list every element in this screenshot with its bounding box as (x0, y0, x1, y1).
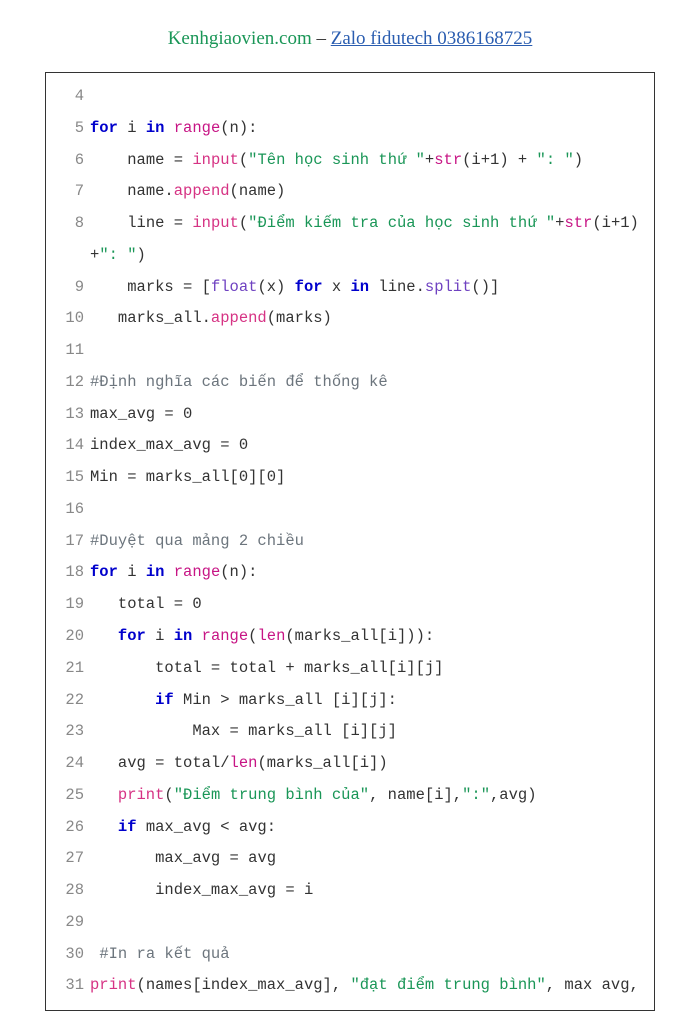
line-number: 7 (56, 176, 84, 208)
dash: – (312, 28, 331, 49)
line-number: 18 (56, 557, 84, 589)
code-line: 8 line = input("Điểm kiếm tra của học si… (56, 208, 644, 272)
code-line: 26 if max_avg < avg: (56, 812, 644, 844)
code-text: max_avg = 0 (84, 399, 192, 431)
code-line: 28 index_max_avg = i (56, 875, 644, 907)
code-block: 4 5for i in range(n): 6 name = input("Tê… (45, 72, 655, 1011)
code-text: print("Điểm trung bình của", name[i],":"… (84, 780, 537, 812)
code-text: Min = marks_all[0][0] (84, 462, 285, 494)
code-line: 24 avg = total/len(marks_all[i]) (56, 748, 644, 780)
code-text: for i in range(len(marks_all[i])): (84, 621, 434, 653)
code-line: 10 marks_all.append(marks) (56, 303, 644, 335)
code-line: 13max_avg = 0 (56, 399, 644, 431)
code-line: 11 (56, 335, 644, 367)
code-line: 31print(names[index_max_avg], "đạt điểm … (56, 970, 644, 1002)
line-number: 12 (56, 367, 84, 399)
code-comment: #Duyệt qua mảng 2 chiều (84, 526, 304, 558)
code-text: if Min > marks_all [i][j]: (84, 685, 397, 717)
code-text: total = 0 (84, 589, 202, 621)
code-line: 17#Duyệt qua mảng 2 chiều (56, 526, 644, 558)
code-text: #In ra kết quả (84, 939, 230, 971)
line-number: 8 (56, 208, 84, 272)
line-number: 14 (56, 430, 84, 462)
code-line: 16 (56, 494, 644, 526)
line-number: 4 (56, 81, 84, 113)
code-text (84, 494, 90, 526)
code-line: 18for i in range(n): (56, 557, 644, 589)
code-line: 12#Định nghĩa các biến để thống kê (56, 367, 644, 399)
code-line: 21 total = total + marks_all[i][j] (56, 653, 644, 685)
code-line: 22 if Min > marks_all [i][j]: (56, 685, 644, 717)
code-line: 19 total = 0 (56, 589, 644, 621)
line-number: 27 (56, 843, 84, 875)
code-text (84, 81, 90, 113)
code-text: index_max_avg = i (84, 875, 313, 907)
line-number: 30 (56, 939, 84, 971)
line-number: 13 (56, 399, 84, 431)
line-number: 25 (56, 780, 84, 812)
line-number: 9 (56, 272, 84, 304)
code-text: line = input("Điểm kiếm tra của học sinh… (84, 208, 644, 272)
code-text (84, 335, 90, 367)
code-line: 6 name = input("Tên học sinh thứ "+str(i… (56, 145, 644, 177)
code-comment: #Định nghĩa các biến để thống kê (84, 367, 388, 399)
code-line: 27 max_avg = avg (56, 843, 644, 875)
line-number: 10 (56, 303, 84, 335)
line-number: 28 (56, 875, 84, 907)
code-line: 7 name.append(name) (56, 176, 644, 208)
code-text: marks_all.append(marks) (84, 303, 332, 335)
line-number: 5 (56, 113, 84, 145)
line-number: 31 (56, 970, 84, 1002)
line-number: 20 (56, 621, 84, 653)
code-line: 4 (56, 81, 644, 113)
line-number: 19 (56, 589, 84, 621)
zalo-link[interactable]: Zalo fidutech 0386168725 (331, 28, 533, 49)
code-text: index_max_avg = 0 (84, 430, 248, 462)
code-text: total = total + marks_all[i][j] (84, 653, 443, 685)
code-line: 5for i in range(n): (56, 113, 644, 145)
line-number: 23 (56, 716, 84, 748)
line-number: 21 (56, 653, 84, 685)
code-text: for i in range(n): (84, 113, 257, 145)
code-text: name.append(name) (84, 176, 285, 208)
code-text: name = input("Tên học sinh thứ "+str(i+1… (84, 145, 583, 177)
line-number: 22 (56, 685, 84, 717)
code-line: 25 print("Điểm trung bình của", name[i],… (56, 780, 644, 812)
code-text: print(names[index_max_avg], "đạt điểm tr… (84, 970, 639, 1002)
code-text: if max_avg < avg: (84, 812, 276, 844)
code-line: 29 (56, 907, 644, 939)
code-text: marks = [float(x) for x in line.split()] (84, 272, 499, 304)
site-name: Kenhgiaovien.com (168, 28, 312, 49)
line-number: 15 (56, 462, 84, 494)
line-number: 16 (56, 494, 84, 526)
line-number: 11 (56, 335, 84, 367)
line-number: 29 (56, 907, 84, 939)
page-header: Kenhgiaovien.com – Zalo fidutech 0386168… (45, 28, 655, 50)
line-number: 26 (56, 812, 84, 844)
line-number: 6 (56, 145, 84, 177)
code-text: Max = marks_all [i][j] (84, 716, 397, 748)
code-line: 15Min = marks_all[0][0] (56, 462, 644, 494)
line-number: 17 (56, 526, 84, 558)
code-line: 30 #In ra kết quả (56, 939, 644, 971)
code-line: 23 Max = marks_all [i][j] (56, 716, 644, 748)
code-text: for i in range(n): (84, 557, 257, 589)
code-line: 14index_max_avg = 0 (56, 430, 644, 462)
code-line: 9 marks = [float(x) for x in line.split(… (56, 272, 644, 304)
line-number: 24 (56, 748, 84, 780)
code-text: max_avg = avg (84, 843, 276, 875)
code-text: avg = total/len(marks_all[i]) (84, 748, 388, 780)
code-line: 20 for i in range(len(marks_all[i])): (56, 621, 644, 653)
code-text (84, 907, 90, 939)
